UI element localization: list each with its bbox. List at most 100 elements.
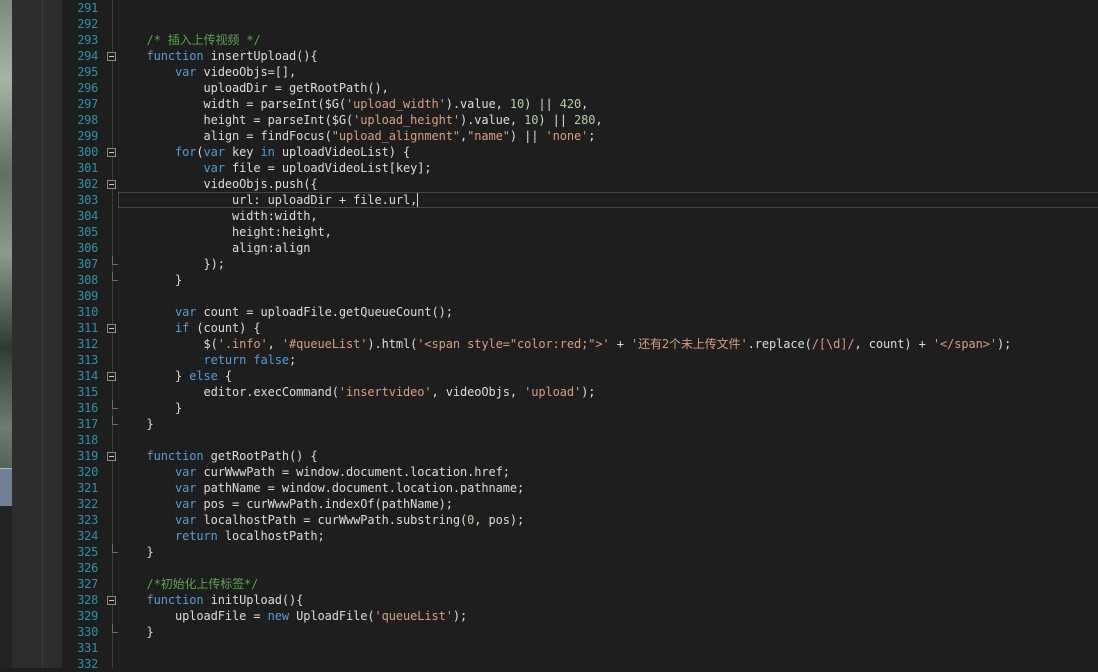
text-caret <box>417 193 419 207</box>
code-text[interactable]: url: uploadDir + file.url, <box>118 192 419 208</box>
code-line[interactable]: 298 height = parseInt($G('upload_height'… <box>62 112 1098 128</box>
code-line[interactable]: 303 url: uploadDir + file.url, <box>62 192 1098 208</box>
code-token: 10 <box>509 97 525 111</box>
code-text[interactable]: return localhostPath; <box>118 528 325 544</box>
code-text[interactable]: $('.info', '#queueList').html('<span sty… <box>118 336 1011 352</box>
desktop-window-sliver <box>0 468 12 507</box>
code-text[interactable]: } <box>118 544 153 560</box>
code-line[interactable]: 294 function insertUpload(){ <box>62 48 1098 64</box>
code-text[interactable]: var pathName = window.document.location.… <box>118 480 524 496</box>
code-text[interactable]: videoObjs.push({ <box>118 176 317 192</box>
code-line[interactable]: 326 <box>62 560 1098 576</box>
code-text[interactable]: uploadDir = getRootPath(), <box>118 80 388 96</box>
code-text[interactable]: function initUpload(){ <box>118 592 304 608</box>
line-number: 326 <box>77 561 98 575</box>
code-line[interactable]: 306 align:align <box>62 240 1098 256</box>
code-line[interactable]: 304 width:width, <box>62 208 1098 224</box>
collapse-minus-icon[interactable] <box>107 596 116 605</box>
code-token: '</span>' <box>932 337 997 351</box>
code-text[interactable]: var curWwwPath = window.document.locatio… <box>118 464 510 480</box>
code-text[interactable]: } else { <box>118 368 232 384</box>
code-line[interactable]: 329 uploadFile = new UploadFile('queueLi… <box>62 608 1098 624</box>
code-line[interactable]: 314 } else { <box>62 368 1098 384</box>
code-text[interactable]: height = parseInt($G('upload_height').va… <box>118 112 602 128</box>
collapse-minus-icon[interactable] <box>107 324 116 333</box>
code-line[interactable]: 291 <box>62 0 1098 16</box>
code-text[interactable]: height:height, <box>118 224 332 240</box>
code-token: url: uploadDir + file.url, <box>118 193 418 207</box>
code-text[interactable]: var videoObjs=[], <box>118 64 296 80</box>
code-line[interactable]: 320 var curWwwPath = window.document.loc… <box>62 464 1098 480</box>
code-line[interactable]: 331 <box>62 640 1098 656</box>
collapse-minus-icon[interactable] <box>107 180 116 189</box>
code-text[interactable]: editor.execCommand('insertvideo', videoO… <box>118 384 595 400</box>
code-text[interactable]: } <box>118 272 182 288</box>
code-line[interactable]: 324 return localhostPath; <box>62 528 1098 544</box>
code-line[interactable]: 323 var localhostPath = curWwwPath.subst… <box>62 512 1098 528</box>
code-token: } <box>118 625 154 639</box>
code-text[interactable]: } <box>118 416 153 432</box>
code-line[interactable]: 318 <box>62 432 1098 448</box>
collapse-minus-icon[interactable] <box>107 372 116 381</box>
line-number: 296 <box>77 81 98 95</box>
code-line[interactable]: 302 videoObjs.push({ <box>62 176 1098 192</box>
code-text[interactable]: uploadFile = new UploadFile('queueList')… <box>118 608 467 624</box>
code-line[interactable]: 295 var videoObjs=[], <box>62 64 1098 80</box>
code-line[interactable]: 322 var pos = curWwwPath.indexOf(pathNam… <box>62 496 1098 512</box>
code-token: var <box>175 465 197 479</box>
code-text[interactable]: /*初始化上传标签*/ <box>118 576 259 592</box>
code-text[interactable]: } <box>118 400 182 416</box>
code-text[interactable]: width:width, <box>118 208 318 224</box>
code-text[interactable]: for(var key in uploadVideoList) { <box>118 144 410 160</box>
code-line[interactable]: 299 align = findFocus("upload_alignment"… <box>62 128 1098 144</box>
code-token: 10 <box>524 113 539 127</box>
code-text[interactable]: var file = uploadVideoList[key]; <box>118 160 432 176</box>
code-line[interactable]: 296 uploadDir = getRootPath(), <box>62 80 1098 96</box>
code-text[interactable]: align = findFocus("upload_alignment","na… <box>118 128 595 144</box>
desktop-dark-area <box>0 506 12 668</box>
code-text[interactable]: var pos = curWwwPath.indexOf(pathName); <box>118 496 453 512</box>
code-token: for <box>175 145 197 159</box>
code-line[interactable]: 327 /*初始化上传标签*/ <box>62 576 1098 592</box>
code-line[interactable]: 321 var pathName = window.document.locat… <box>62 480 1098 496</box>
collapse-minus-icon[interactable] <box>107 452 116 461</box>
code-line[interactable]: 325 } <box>62 544 1098 560</box>
code-line[interactable]: 310 var count = uploadFile.getQueueCount… <box>62 304 1098 320</box>
code-line[interactable]: 297 width = parseInt($G('upload_width').… <box>62 96 1098 112</box>
code-line[interactable]: 316 } <box>62 400 1098 416</box>
code-line[interactable]: 311 if (count) { <box>62 320 1098 336</box>
code-text[interactable]: function insertUpload(){ <box>118 48 318 64</box>
code-editor[interactable]: 291 292 293 /* 插入上传视频 */294 function inser… <box>62 0 1098 671</box>
code-text[interactable]: align:align <box>118 240 310 256</box>
code-line[interactable]: 330 } <box>62 624 1098 640</box>
code-line[interactable]: 309 <box>62 288 1098 304</box>
code-text[interactable]: var count = uploadFile.getQueueCount(); <box>118 304 453 320</box>
code-line[interactable]: 293 /* 插入上传视频 */ <box>62 32 1098 48</box>
code-line[interactable]: 312 $('.info', '#queueList').html('<span… <box>62 336 1098 352</box>
code-line[interactable]: 319 function getRootPath() { <box>62 448 1098 464</box>
code-text[interactable]: width = parseInt($G('upload_width').valu… <box>118 96 588 112</box>
code-line[interactable]: 317 } <box>62 416 1098 432</box>
code-text[interactable]: function getRootPath() { <box>118 448 318 464</box>
code-text[interactable]: }); <box>118 256 224 272</box>
code-text[interactable]: if (count) { <box>118 320 261 336</box>
code-line[interactable]: 332 <box>62 656 1098 672</box>
code-line[interactable]: 301 var file = uploadVideoList[key]; <box>62 160 1098 176</box>
code-line[interactable]: 300 for(var key in uploadVideoList) { <box>62 144 1098 160</box>
code-text[interactable]: } <box>118 624 154 640</box>
code-line[interactable]: 305 height:height, <box>62 224 1098 240</box>
code-token: ; <box>289 353 297 367</box>
code-line[interactable]: 292 <box>62 16 1098 32</box>
code-line[interactable]: 307 }); <box>62 256 1098 272</box>
code-text[interactable]: var localhostPath = curWwwPath.substring… <box>118 512 524 528</box>
code-line[interactable]: 308 } <box>62 272 1098 288</box>
collapse-minus-icon[interactable] <box>107 148 116 157</box>
code-text[interactable]: /* 插入上传视频 */ <box>118 32 261 48</box>
code-line[interactable]: 328 function initUpload(){ <box>62 592 1098 608</box>
code-line[interactable]: 313 return false; <box>62 352 1098 368</box>
code-text[interactable]: return false; <box>118 352 297 368</box>
collapse-minus-icon[interactable] <box>107 52 116 61</box>
code-line[interactable]: 315 editor.execCommand('insertvideo', vi… <box>62 384 1098 400</box>
line-number: 316 <box>77 401 98 415</box>
